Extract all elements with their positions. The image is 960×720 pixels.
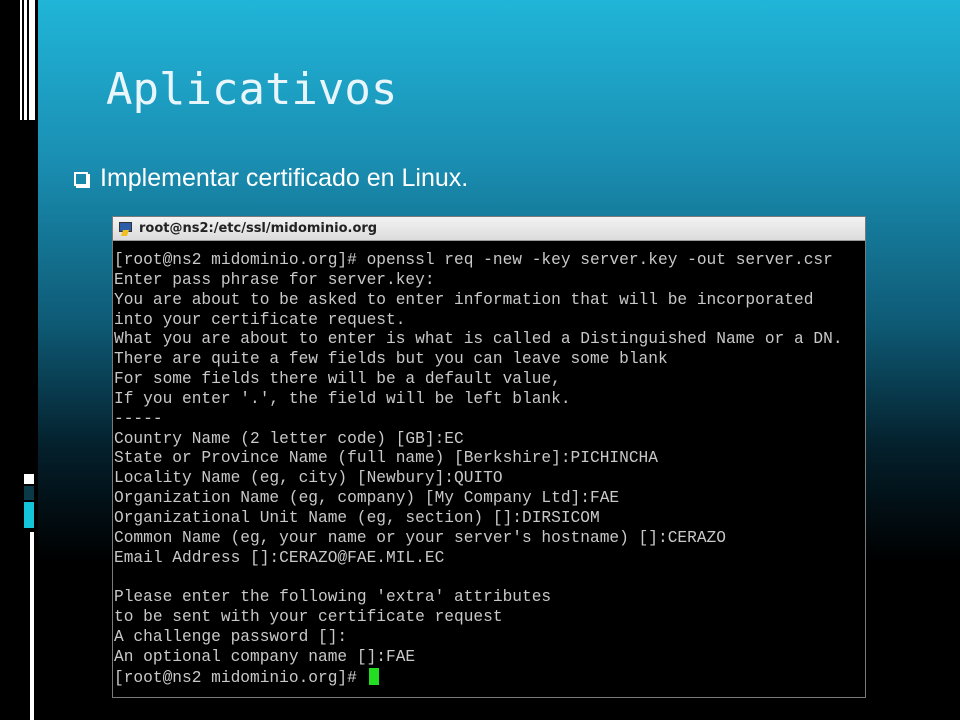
terminal-line: You are about to be asked to enter infor… bbox=[114, 290, 814, 309]
terminal-window[interactable]: root@ns2:/etc/ssl/midominio.org [root@ns… bbox=[112, 216, 866, 698]
terminal-prompt-line[interactable]: [root@ns2 midominio.org]# bbox=[114, 667, 865, 688]
terminal-line: State or Province Name (full name) [Berk… bbox=[114, 449, 658, 468]
terminal-line: Locality Name (eg, city) [Newbury]:QUITO bbox=[114, 469, 503, 488]
terminal-line: Enter pass phrase for server.key: bbox=[114, 270, 435, 289]
bullet-text: Implementar certificado en Linux. bbox=[100, 164, 469, 192]
terminal-line: For some fields there will be a default … bbox=[114, 370, 561, 389]
terminal-titlebar[interactable]: root@ns2:/etc/ssl/midominio.org bbox=[113, 217, 865, 241]
decor-square bbox=[24, 474, 34, 484]
terminal-line: [root@ns2 midominio.org]# openssl req -n… bbox=[114, 251, 833, 269]
bullet-item: Implementar certificado en Linux. bbox=[74, 164, 468, 193]
decor-bar bbox=[30, 532, 34, 720]
terminal-line: If you enter '.', the field will be left… bbox=[114, 389, 571, 408]
slide-title: Aplicativos bbox=[106, 64, 398, 115]
terminal-line: What you are about to enter is what is c… bbox=[114, 330, 843, 349]
decor-square bbox=[24, 502, 34, 528]
decor-bar bbox=[29, 0, 35, 120]
left-border-strip bbox=[0, 0, 38, 720]
hollow-square-bullet-icon bbox=[74, 171, 88, 186]
terminal-title: root@ns2:/etc/ssl/midominio.org bbox=[139, 221, 378, 236]
terminal-output[interactable]: [root@ns2 midominio.org]# openssl req -n… bbox=[113, 241, 865, 688]
putty-icon[interactable] bbox=[117, 221, 133, 237]
terminal-line: Country Name (2 letter code) [GB]:EC bbox=[114, 429, 464, 448]
terminal-line: Email Address []:CERAZO@FAE.MIL.EC bbox=[114, 548, 445, 567]
terminal-line: Organizational Unit Name (eg, section) [… bbox=[114, 508, 600, 527]
terminal-line: An optional company name []:FAE bbox=[114, 647, 416, 666]
terminal-line: A challenge password []: bbox=[114, 628, 348, 647]
terminal-line: ----- bbox=[114, 409, 163, 428]
terminal-line: Organization Name (eg, company) [My Comp… bbox=[114, 489, 620, 508]
terminal-line: into your certificate request. bbox=[114, 310, 406, 329]
shell-prompt: [root@ns2 midominio.org]# bbox=[114, 668, 367, 687]
decor-bar bbox=[20, 0, 22, 120]
decor-bar bbox=[24, 0, 27, 120]
terminal-line: to be sent with your certificate request bbox=[114, 608, 503, 627]
terminal-line: Common Name (eg, your name or your serve… bbox=[114, 528, 726, 547]
terminal-line: There are quite a few fields but you can… bbox=[114, 350, 668, 369]
terminal-line: Please enter the following 'extra' attri… bbox=[114, 588, 552, 607]
decor-square bbox=[24, 486, 34, 500]
terminal-cursor bbox=[368, 667, 379, 685]
